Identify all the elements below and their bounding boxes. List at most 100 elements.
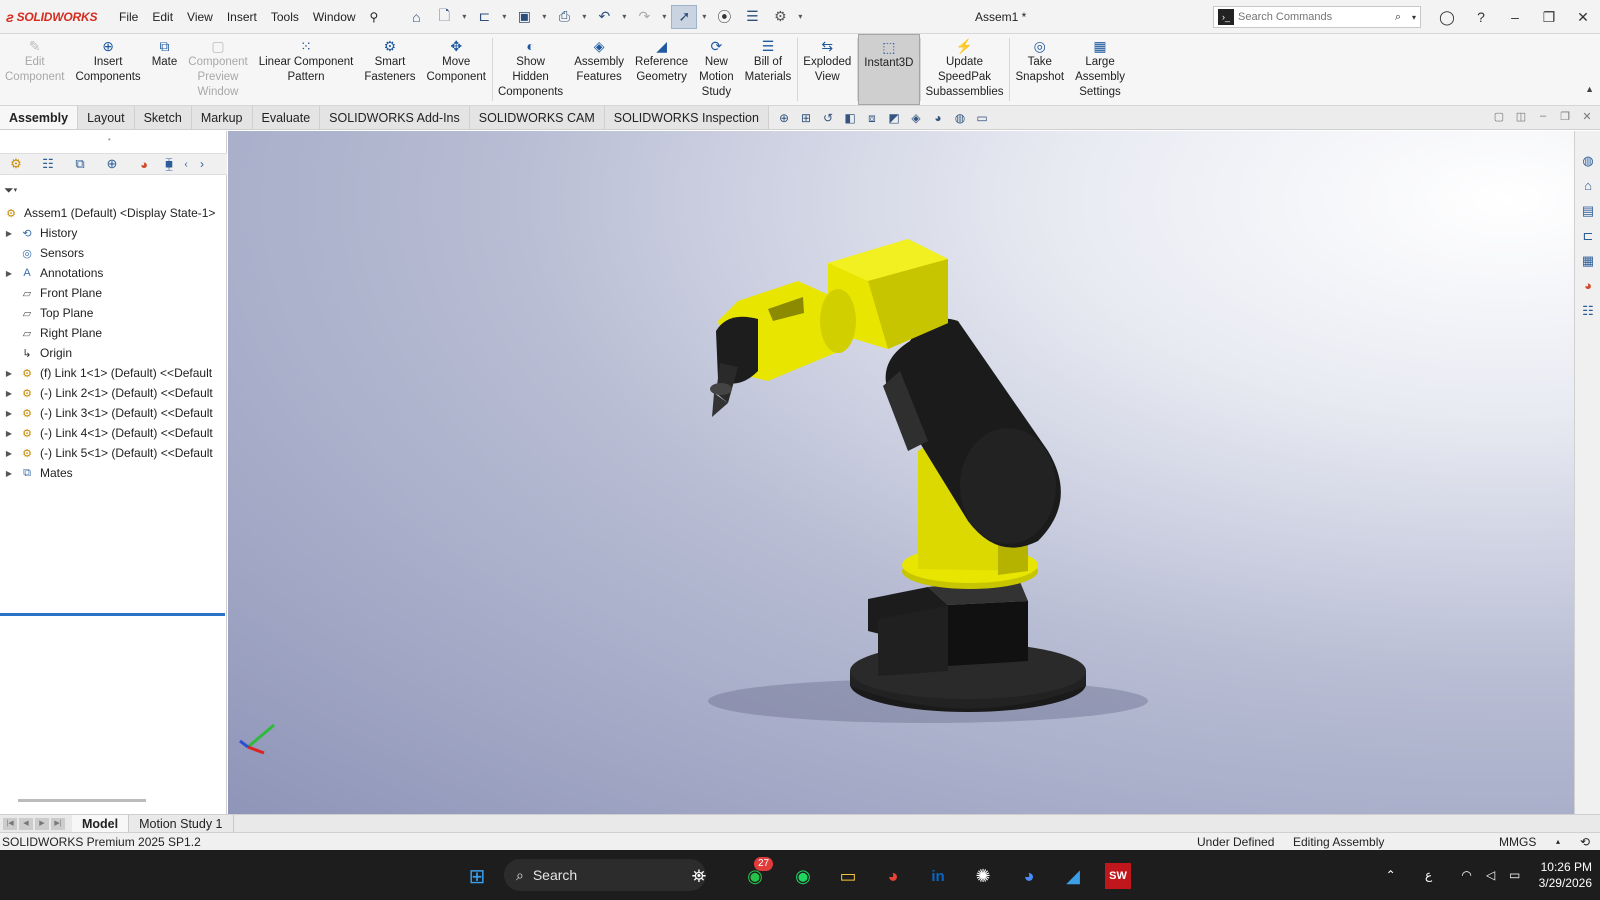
- chevron-down-icon[interactable]: ▾: [579, 12, 589, 21]
- chevron-down-icon[interactable]: ▾: [459, 12, 469, 21]
- volume-icon[interactable]: ◁: [1479, 868, 1503, 882]
- display-manager-tab-icon[interactable]: ◕: [128, 157, 160, 172]
- widgets-icon[interactable]: ⛯: [686, 863, 712, 889]
- chevron-down-icon[interactable]: ▾: [795, 12, 805, 21]
- status-units[interactable]: MMGS: [1499, 835, 1536, 849]
- chatgpt-icon[interactable]: ✺: [970, 863, 996, 889]
- view-orientation-icon[interactable]: ⧈: [864, 110, 880, 126]
- chevron-down-icon[interactable]: ▾: [659, 12, 669, 21]
- save-icon[interactable]: ▣: [511, 5, 537, 29]
- expand-arrow-icon[interactable]: ▶: [0, 409, 18, 418]
- solidworks-resources-icon[interactable]: ◍: [1575, 153, 1600, 177]
- restore-icon[interactable]: ❐: [1532, 9, 1566, 26]
- tab-solidworks-cam[interactable]: SOLIDWORKS CAM: [469, 106, 605, 129]
- insert-components-button[interactable]: ⊕ Insert Components: [70, 34, 146, 105]
- prev-tab-icon[interactable]: ◀: [19, 817, 33, 830]
- rebuild-status-icon[interactable]: ⟲: [1580, 835, 1590, 849]
- expand-arrow-icon[interactable]: ▶: [0, 469, 18, 478]
- graphics-viewport[interactable]: [228, 131, 1574, 814]
- linkedin-icon[interactable]: in: [925, 863, 951, 889]
- tree-item-front-plane[interactable]: ▱ Front Plane: [0, 283, 227, 303]
- instant3d-button[interactable]: ⬚ Instant3D: [858, 34, 920, 105]
- tab-markup[interactable]: Markup: [191, 106, 253, 129]
- linear-pattern-button[interactable]: ⁙ Linear Component Pattern: [254, 34, 360, 105]
- expand-arrow-icon[interactable]: ▶: [0, 369, 18, 378]
- large-assembly-button[interactable]: ▦ Large Assembly Settings: [1070, 34, 1131, 105]
- smart-fasteners-button[interactable]: ⚙ Smart Fasteners: [359, 34, 421, 105]
- filter-icon[interactable]: ⏷: [4, 183, 14, 198]
- tree-root-assembly[interactable]: ⚙ Assem1 (Default) <Display State-1>: [0, 203, 227, 223]
- show-hidden-button[interactable]: ◐ Show Hidden Components: [493, 34, 569, 105]
- chevron-down-icon[interactable]: ▾: [539, 12, 549, 21]
- windows-start-icon[interactable]: ⊞: [464, 863, 490, 889]
- input-language-icon[interactable]: ع: [1417, 868, 1441, 882]
- pin-icon[interactable]: ⚲: [363, 10, 386, 24]
- view-palette-icon[interactable]: ▦: [1575, 253, 1600, 277]
- expand-arrow-icon[interactable]: ▶: [0, 429, 18, 438]
- preview-window-button[interactable]: ▢ Component Preview Window: [183, 34, 253, 105]
- chrome-profile-icon[interactable]: ◕: [1016, 863, 1042, 889]
- scenes-icon[interactable]: ◍: [952, 110, 968, 126]
- minimize-icon[interactable]: –: [1498, 9, 1532, 25]
- tree-item-link-4-1-default-default[interactable]: ▶ ⚙ (-) Link 4<1> (Default) <<Default: [0, 423, 227, 443]
- configuration-manager-tab-icon[interactable]: ⧉: [64, 156, 96, 172]
- search-icon[interactable]: ⌕: [1388, 7, 1408, 27]
- taskbar-search-box[interactable]: ⌕ Search: [504, 859, 706, 891]
- collapse-ribbon-icon[interactable]: ▲: [1585, 84, 1594, 94]
- property-manager-tab-icon[interactable]: ☷: [32, 156, 64, 172]
- expand-arrow-icon[interactable]: ▶: [0, 269, 18, 278]
- dimxpert-manager-tab-icon[interactable]: ⊕: [96, 156, 128, 172]
- chevron-down-icon[interactable]: ▾: [14, 186, 18, 194]
- solidworks-taskbar-icon[interactable]: SW: [1105, 863, 1131, 889]
- file-explorer-icon[interactable]: ▤: [1575, 203, 1600, 227]
- chevron-up-icon[interactable]: ▴: [1556, 837, 1560, 846]
- chevron-down-icon[interactable]: ▾: [499, 12, 509, 21]
- tab-layout[interactable]: Layout: [78, 106, 135, 129]
- tree-item-f-link-1-1-default-default[interactable]: ▶ ⚙ (f) Link 1<1> (Default) <<Default: [0, 363, 227, 383]
- move-component-button[interactable]: ✥ Move Component: [422, 34, 492, 105]
- tree-item-history[interactable]: ▶ ⟲ History: [0, 223, 227, 243]
- tab-sketch[interactable]: Sketch: [134, 106, 192, 129]
- tree-item-link-3-1-default-default[interactable]: ▶ ⚙ (-) Link 3<1> (Default) <<Default: [0, 403, 227, 423]
- search-commands-input[interactable]: [1238, 11, 1388, 23]
- snapshot-button[interactable]: ◎ Take Snapshot: [1010, 34, 1070, 105]
- first-tab-icon[interactable]: |◀: [3, 817, 17, 830]
- options-gear-icon[interactable]: ⚙: [767, 5, 793, 29]
- zoom-to-area-icon[interactable]: ⊞: [798, 110, 814, 126]
- edit-component-button[interactable]: ✎ Edit Component: [0, 34, 70, 105]
- edit-appearance-icon[interactable]: ◕: [930, 110, 946, 126]
- wifi-icon[interactable]: ◠: [1455, 868, 1479, 882]
- file-properties-icon[interactable]: ☰: [739, 5, 765, 29]
- appearances-icon[interactable]: ◕: [1575, 278, 1600, 302]
- paint-app-icon[interactable]: ◢: [1060, 863, 1086, 889]
- section-view-icon[interactable]: ◧: [842, 110, 858, 126]
- viewport-split-icon[interactable]: ◫: [1514, 110, 1528, 123]
- new-document-icon[interactable]: 🗋: [431, 5, 457, 29]
- expand-arrow-icon[interactable]: ▶: [0, 389, 18, 398]
- previous-view-icon[interactable]: ↺: [820, 110, 836, 126]
- exploded-view-button[interactable]: ⇆ Exploded View: [798, 34, 857, 105]
- panel-collapse-handle[interactable]: •: [108, 135, 111, 144]
- menu-insert[interactable]: Insert: [220, 10, 264, 24]
- reference-geometry-button[interactable]: ◢ Reference Geometry: [630, 34, 694, 105]
- menu-view[interactable]: View: [180, 10, 220, 24]
- tree-item-top-plane[interactable]: ▱ Top Plane: [0, 303, 227, 323]
- view-settings-icon[interactable]: ▭: [974, 110, 990, 126]
- battery-icon[interactable]: ▭: [1503, 868, 1527, 882]
- chevron-down-icon[interactable]: ▾: [1408, 7, 1420, 27]
- file-explorer-icon[interactable]: ▭: [835, 863, 861, 889]
- chevron-right-icon[interactable]: ›: [194, 157, 210, 171]
- robot-arm-model[interactable]: [228, 131, 1574, 814]
- bom-button[interactable]: ☰ Bill of Materials: [740, 34, 798, 105]
- cam-manager-tab-icon[interactable]: ⧯: [160, 156, 178, 172]
- redo-icon[interactable]: ↷: [631, 5, 657, 29]
- mate-button[interactable]: ⧉ Mate: [147, 34, 184, 105]
- account-icon[interactable]: ◯: [1430, 9, 1464, 26]
- hide-show-items-icon[interactable]: ◈: [908, 110, 924, 126]
- tab-solidworks-add-ins[interactable]: SOLIDWORKS Add-Ins: [320, 106, 470, 129]
- tree-item-right-plane[interactable]: ▱ Right Plane: [0, 323, 227, 343]
- tree-item-origin[interactable]: ↳ Origin: [0, 343, 227, 363]
- speedpak-button[interactable]: ⚡ Update SpeedPak Subassemblies: [921, 34, 1010, 105]
- clock[interactable]: 10:26 PM 3/29/2026: [1539, 859, 1592, 891]
- viewport-minimize-icon[interactable]: –: [1536, 110, 1550, 123]
